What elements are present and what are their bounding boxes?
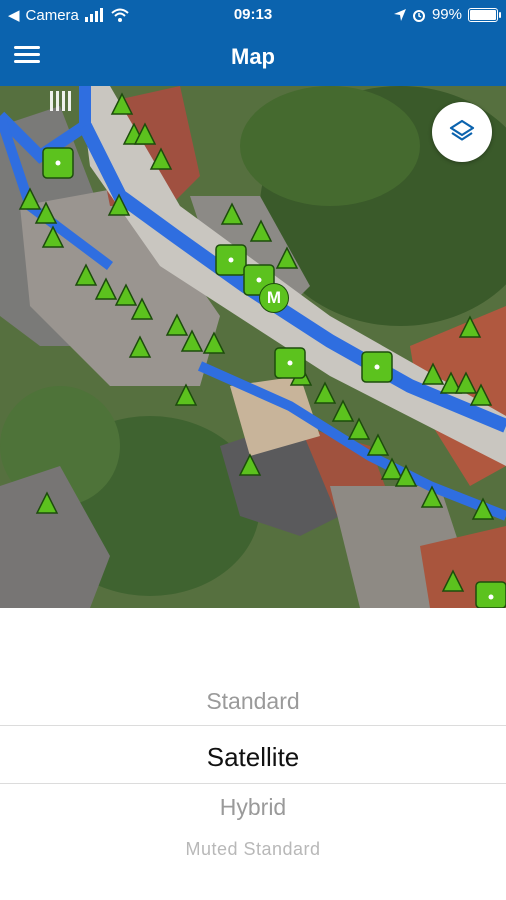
tree-marker[interactable] xyxy=(110,92,134,115)
status-bar: ◀ Camera 09:13 99% xyxy=(0,0,506,30)
selection-divider-bottom xyxy=(0,783,506,784)
tree-marker[interactable] xyxy=(249,219,273,242)
layers-button[interactable] xyxy=(432,102,492,162)
tree-marker[interactable] xyxy=(74,263,98,286)
meter-marker[interactable]: M xyxy=(259,283,289,313)
tree-marker[interactable] xyxy=(347,417,371,440)
tree-marker[interactable] xyxy=(313,381,337,404)
tree-marker[interactable] xyxy=(471,497,495,520)
page-title: Map xyxy=(231,44,275,69)
tree-marker[interactable] xyxy=(441,569,465,592)
tree-marker[interactable] xyxy=(331,399,355,422)
alarm-icon xyxy=(412,9,425,22)
selection-divider-top xyxy=(0,725,506,726)
picker-option-hybrid[interactable]: Hybrid xyxy=(0,794,506,821)
tree-marker[interactable] xyxy=(421,362,445,385)
tree-marker[interactable] xyxy=(41,225,65,248)
tree-marker[interactable] xyxy=(128,335,152,358)
meter-marker-label: M xyxy=(266,288,282,307)
picker-option-muted-standard[interactable]: Muted Standard xyxy=(0,839,506,860)
tree-marker[interactable] xyxy=(165,313,189,336)
battery-percentage: 99% xyxy=(431,6,462,23)
picker-option-standard[interactable]: Standard xyxy=(0,688,506,715)
tree-marker[interactable] xyxy=(202,331,226,354)
tree-marker[interactable] xyxy=(420,485,444,508)
tree-marker[interactable] xyxy=(174,383,198,406)
marker-layer xyxy=(18,92,506,608)
tree-marker[interactable] xyxy=(18,187,42,210)
map-type-picker[interactable]: Standard Satellite Hybrid Muted Standard xyxy=(0,608,506,900)
tree-marker[interactable] xyxy=(366,433,390,456)
tree-marker[interactable] xyxy=(114,283,138,306)
location-arrow-icon xyxy=(393,8,406,21)
layers-icon xyxy=(449,119,475,141)
tree-marker[interactable] xyxy=(275,246,299,269)
tree-marker[interactable] xyxy=(107,193,131,216)
tree-marker[interactable] xyxy=(458,315,482,338)
tree-marker[interactable] xyxy=(380,457,404,480)
tree-marker[interactable] xyxy=(35,491,59,514)
nav-bar: Map xyxy=(0,30,506,86)
tree-marker[interactable] xyxy=(149,147,173,170)
battery-icon xyxy=(468,7,501,22)
map-view[interactable]: M xyxy=(0,86,506,608)
tree-marker[interactable] xyxy=(238,453,262,476)
header: ◀ Camera 09:13 99% Map xyxy=(0,0,506,86)
tree-marker[interactable] xyxy=(94,277,118,300)
tree-marker[interactable] xyxy=(454,371,478,394)
tree-marker[interactable] xyxy=(220,202,244,225)
picker-option-satellite[interactable]: Satellite xyxy=(0,742,506,773)
